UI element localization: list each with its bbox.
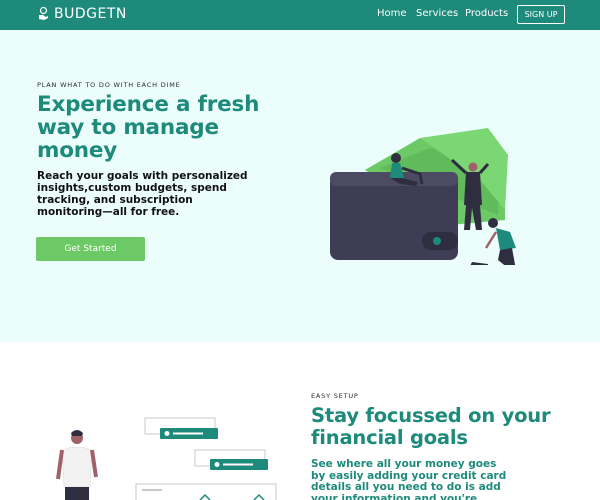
hero-section: PLAN WHAT TO DO WITH EACH DIME Experienc… [0, 30, 600, 342]
hero-title: Experience a fresh way to manage money [37, 92, 260, 163]
nav-link-home[interactable]: Home [377, 8, 407, 19]
section-description: See where all your money goes by easily … [311, 458, 507, 500]
brand-name: BUDGETN [54, 6, 127, 22]
setup-illustration [56, 417, 277, 500]
hero-eyebrow: PLAN WHAT TO DO WITH EACH DIME [37, 81, 181, 89]
section-title: Stay focussed on your financial goals [311, 404, 551, 449]
navbar: BUDGETN Home Services Products SIGN UP [0, 0, 600, 30]
sign-up-button[interactable]: SIGN UP [517, 5, 565, 24]
brand[interactable]: BUDGETN [38, 6, 127, 22]
nav-link-products[interactable]: Products [465, 8, 508, 19]
get-started-button[interactable]: Get Started [36, 237, 145, 261]
wallet-money-illustration [330, 128, 516, 265]
hero-description: Reach your goals with personalized insig… [37, 170, 248, 218]
easy-setup-section: EASY SETUP Stay focussed on your financi… [0, 342, 600, 500]
hand-coin-icon [39, 7, 48, 20]
section-eyebrow: EASY SETUP [311, 392, 359, 400]
nav-link-services[interactable]: Services [416, 8, 458, 19]
